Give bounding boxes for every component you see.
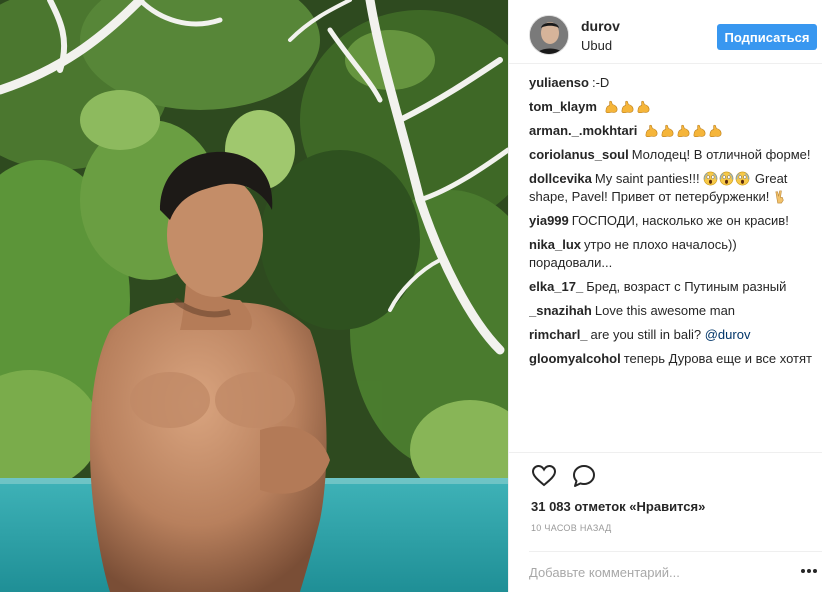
victory-hand-icon	[773, 189, 788, 204]
scream-face-icon	[735, 171, 750, 186]
comment-text: теперь Дурова еще и все хотят	[623, 351, 813, 366]
comment-text: :-D	[591, 75, 610, 90]
comment-username[interactable]: yia999	[529, 213, 569, 228]
flexed-biceps-icon	[604, 99, 619, 114]
comment-username[interactable]: yuliaenso	[529, 75, 589, 90]
comment: nika_lux утро не плохо началось)) порадов…	[529, 236, 819, 272]
photo-illustration	[0, 0, 508, 592]
author-username[interactable]: durov	[581, 18, 620, 34]
comment: dollcevika My saint panties!!! Great shap…	[529, 170, 819, 206]
avatar-image	[530, 16, 568, 54]
heart-outline-icon[interactable]	[531, 463, 557, 489]
avatar[interactable]	[529, 15, 569, 55]
comment-username[interactable]: dollcevika	[529, 171, 592, 186]
comment: yia999 ГОСПОДИ, насколько же он красив!	[529, 212, 819, 230]
comment: gloomyalcohol теперь Дурова еще и все хот…	[529, 350, 819, 368]
comment: _snazihah Love this awesome man	[529, 302, 819, 320]
comment-username[interactable]: arman._.mokhtari	[529, 123, 637, 138]
comment-username[interactable]: _snazihah	[529, 303, 592, 318]
comment-username[interactable]: rimcharl_	[529, 327, 588, 342]
comment-bubble-icon[interactable]	[571, 463, 597, 489]
post-location[interactable]: Ubud	[581, 38, 612, 53]
follow-button[interactable]: Подписаться	[717, 24, 817, 50]
flexed-biceps-icon	[636, 99, 651, 114]
comment-username[interactable]: coriolanus_soul	[529, 147, 629, 162]
add-comment-input[interactable]	[529, 551, 789, 585]
comment: yuliaenso:-D	[529, 74, 819, 92]
emoji-row	[703, 171, 751, 186]
comment-text: are you still in bali?	[590, 327, 702, 342]
post-header: durov Ubud Подписаться	[509, 0, 822, 64]
emoji-row	[604, 99, 652, 114]
comment: tom_klaym	[529, 98, 819, 116]
comment-username[interactable]: nika_lux	[529, 237, 581, 252]
instagram-post: durov Ubud Подписаться yuliaenso:-D tom_…	[0, 0, 822, 592]
comment-text: ГОСПОДИ, насколько же он красив!	[571, 213, 789, 228]
comment: coriolanus_soul Молодец! В отличной форме…	[529, 146, 819, 164]
post-photo[interactable]	[0, 0, 508, 592]
comments-list[interactable]: yuliaenso:-D tom_klaym arman._.mokhtari …	[529, 64, 819, 452]
comment-username[interactable]: elka_17_	[529, 279, 583, 294]
emoji-row	[644, 123, 724, 138]
scream-face-icon	[703, 171, 718, 186]
scream-face-icon	[719, 171, 734, 186]
comment-text: Love this awesome man	[594, 303, 736, 318]
comment-text: Молодец! В отличной форме!	[631, 147, 811, 162]
flexed-biceps-icon	[676, 123, 691, 138]
comment-text: My saint panties!!!	[594, 171, 700, 186]
post-sidebar: durov Ubud Подписаться yuliaenso:-D tom_…	[508, 0, 822, 592]
likes-count[interactable]: 31 083 отметок «Нравится»	[531, 499, 705, 514]
comment: rimcharl_ are you still in bali? @durov	[529, 326, 819, 344]
more-options-icon[interactable]	[799, 561, 819, 581]
flexed-biceps-icon	[620, 99, 635, 114]
flexed-biceps-icon	[692, 123, 707, 138]
comment-mention[interactable]: @durov	[705, 327, 751, 342]
flexed-biceps-icon	[644, 123, 659, 138]
comment-text: Бред, возраст с Путиным разный	[586, 279, 787, 294]
comment-username[interactable]: gloomyalcohol	[529, 351, 621, 366]
post-actions: 31 083 отметок «Нравится» 10 часов назад	[509, 452, 822, 588]
flexed-biceps-icon	[708, 123, 723, 138]
post-timestamp[interactable]: 10 часов назад	[531, 523, 612, 533]
comment-username[interactable]: tom_klaym	[529, 99, 597, 114]
comment: elka_17_ Бред, возраст с Путиным разный	[529, 278, 819, 296]
flexed-biceps-icon	[660, 123, 675, 138]
comment: arman._.mokhtari	[529, 122, 819, 140]
